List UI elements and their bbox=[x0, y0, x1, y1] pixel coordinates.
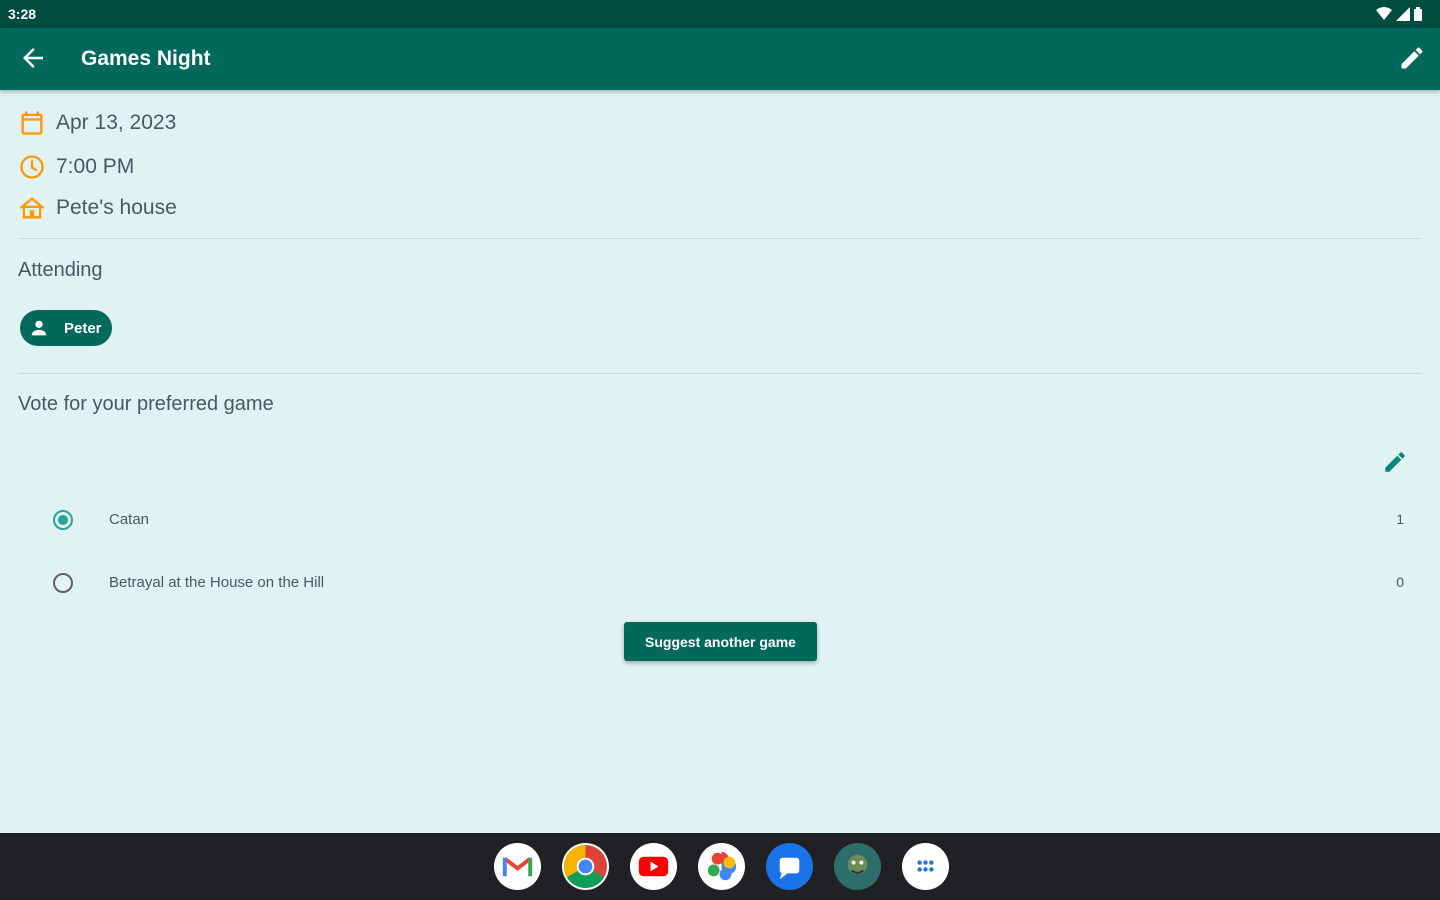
attendee-name: Peter bbox=[64, 319, 102, 337]
wifi-icon bbox=[1376, 7, 1392, 20]
attending-label: Attending bbox=[18, 259, 103, 281]
pencil-icon bbox=[1385, 452, 1405, 472]
attendee-chip[interactable]: Peter bbox=[20, 310, 112, 346]
suggest-game-button[interactable]: Suggest another game bbox=[624, 622, 817, 661]
event-time: 7:00 PM bbox=[56, 155, 135, 178]
youtube-icon[interactable] bbox=[630, 843, 677, 890]
poll-option-votes: 1 bbox=[1396, 511, 1404, 527]
edit-event-button[interactable] bbox=[1398, 44, 1426, 72]
page-title: Games Night bbox=[81, 47, 211, 70]
clock-icon bbox=[20, 155, 44, 179]
signal-icon bbox=[1396, 7, 1410, 21]
event-date: Apr 13, 2023 bbox=[56, 111, 177, 134]
back-button[interactable] bbox=[18, 43, 48, 73]
divider bbox=[18, 238, 1422, 239]
poll-option-name: Betrayal at the House on the Hill bbox=[109, 574, 325, 591]
calendar-icon bbox=[21, 111, 43, 135]
arrow-back-icon bbox=[23, 48, 43, 68]
event-location: Pete's house bbox=[56, 196, 177, 219]
pencil-icon bbox=[1401, 47, 1423, 69]
messages-icon[interactable] bbox=[766, 843, 813, 890]
battery-icon bbox=[1414, 7, 1422, 21]
poll-label: Vote for your preferred game bbox=[18, 393, 274, 415]
poll-option[interactable]: Betrayal at the House on the Hill 0 bbox=[40, 563, 1420, 603]
taskbar bbox=[0, 833, 1440, 900]
game-app-icon[interactable] bbox=[834, 843, 881, 890]
poll-option[interactable]: Catan 1 bbox=[40, 500, 1420, 540]
event-time-row: 7:00 PM bbox=[18, 153, 134, 181]
photos-icon[interactable] bbox=[698, 843, 745, 890]
app-dock bbox=[494, 843, 949, 890]
app-bar: Games Night bbox=[0, 28, 1440, 90]
event-date-row: Apr 13, 2023 bbox=[18, 109, 176, 137]
house-icon bbox=[19, 197, 45, 219]
poll-option-name: Catan bbox=[109, 511, 150, 528]
status-bar: 3:28 bbox=[0, 0, 1440, 28]
status-icons bbox=[1376, 6, 1422, 22]
chrome-icon[interactable] bbox=[562, 843, 609, 890]
radio-unselected-icon[interactable] bbox=[52, 572, 74, 594]
gmail-icon[interactable] bbox=[494, 843, 541, 890]
status-time: 3:28 bbox=[8, 6, 37, 22]
divider bbox=[18, 373, 1422, 374]
edit-poll-button[interactable] bbox=[1382, 449, 1408, 475]
event-location-row: Pete's house bbox=[18, 194, 177, 222]
app-launcher-icon[interactable] bbox=[902, 843, 949, 890]
person-icon bbox=[31, 320, 47, 336]
radio-selected-icon[interactable] bbox=[52, 509, 74, 531]
poll-option-votes: 0 bbox=[1396, 574, 1404, 590]
